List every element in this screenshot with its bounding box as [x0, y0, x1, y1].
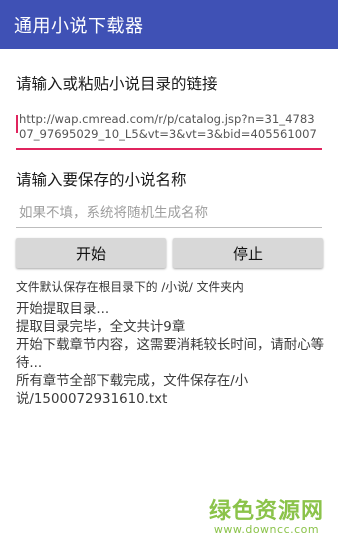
- log-line: 提取目录完毕，全文共计9章: [16, 320, 186, 335]
- log-line: 所有章节全部下载完成，文件保存在/小说/1500072931610.txt: [16, 374, 249, 407]
- url-field[interactable]: http://wap.cmread.com/r/p/catalog.jsp?n=…: [16, 112, 322, 150]
- stop-button[interactable]: 停止: [173, 238, 323, 268]
- text-cursor: [16, 115, 18, 133]
- save-location-note: 文件默认保存在根目录下的 /小说/ 文件夹内: [16, 280, 244, 294]
- app-title: 通用小说下载器: [14, 15, 144, 37]
- url-label: 请输入或粘贴小说目录的链接: [16, 75, 218, 93]
- watermark-url: www.downcc.com: [213, 523, 320, 536]
- start-button[interactable]: 开始: [16, 238, 166, 268]
- name-label: 请输入要保存的小说名称: [16, 171, 187, 189]
- url-field-value[interactable]: http://wap.cmread.com/r/p/catalog.jsp?n=…: [19, 112, 319, 142]
- download-log: 开始提取目录... 提取目录完毕，全文共计9章 开始下载章节内容，这需要消耗较长…: [16, 301, 326, 409]
- watermark: 绿色资源网 www.downcc.com: [209, 493, 324, 536]
- novel-name-input[interactable]: [16, 200, 322, 226]
- name-field-container: [16, 200, 322, 228]
- watermark-title: 绿色资源网: [208, 499, 324, 524]
- log-line: 开始下载章节内容，这需要消耗较长时间，请耐心等待...: [16, 338, 324, 371]
- log-line: 开始提取目录...: [16, 302, 110, 317]
- app-bar: 通用小说下载器: [0, 0, 338, 49]
